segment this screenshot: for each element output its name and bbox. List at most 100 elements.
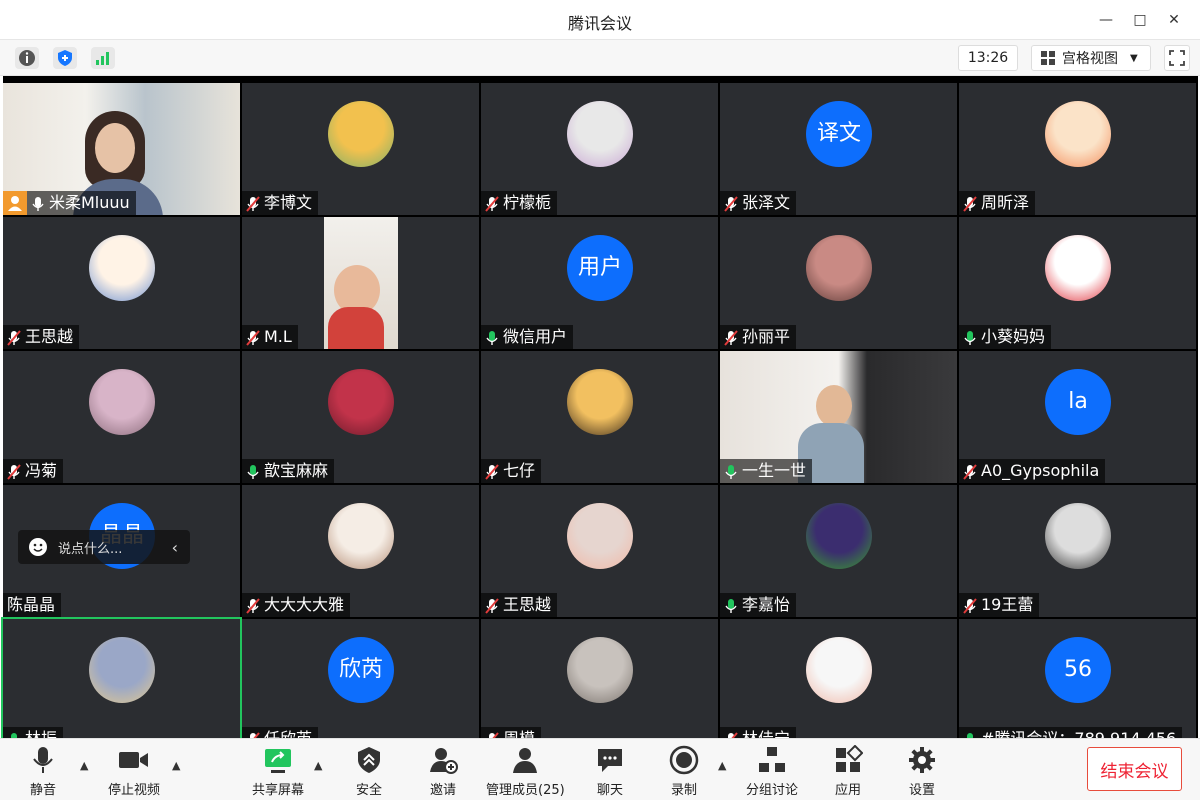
stop-video-label: 停止视频 [108, 783, 161, 798]
participant-tile[interactable]: 李嘉怡 [720, 485, 957, 617]
grid-view-icon [1041, 51, 1055, 65]
camera-icon [119, 752, 148, 768]
participant-avatar [567, 101, 633, 167]
participant-tile[interactable]: 柠檬栀 [481, 83, 718, 215]
chevron-left-icon[interactable]: ‹ [172, 538, 178, 557]
participant-avatar [567, 503, 633, 569]
chevron-down-icon: ▼ [1130, 52, 1138, 64]
mic-icon [485, 329, 499, 345]
minimize-icon[interactable]: — [1094, 8, 1118, 32]
participant-avatar [567, 637, 633, 703]
chevron-up-icon[interactable]: ▲ [314, 759, 322, 772]
shield-icon[interactable] [53, 47, 77, 69]
participant-avatar: 56 [1045, 637, 1111, 703]
manage-members-button[interactable]: 管理成员(25) [486, 745, 565, 798]
participant-name-label: 歆宝麻麻 [242, 459, 335, 483]
stop-video-button[interactable]: 停止视频 [108, 745, 160, 798]
top-strip [3, 76, 1198, 83]
mute-label: 静音 [29, 783, 56, 798]
participant-avatar [89, 235, 155, 301]
chat-button[interactable]: 聊天 [595, 745, 625, 798]
participant-name-label: A0_Gypsophila [959, 459, 1106, 483]
participant-tile[interactable]: 用户 微信用户 [481, 217, 718, 349]
close-icon[interactable]: ✕ [1162, 8, 1186, 32]
end-meeting-button[interactable]: 结束会议 [1087, 747, 1182, 791]
chevron-up-icon[interactable]: ▲ [718, 759, 726, 772]
breakout-button[interactable]: 分组讨论 [746, 745, 798, 798]
share-screen-button[interactable]: 共享屏幕 [252, 745, 304, 798]
participant-tile[interactable]: 冯菊 [3, 351, 240, 483]
participant-avatar: 用户 [567, 235, 633, 301]
participant-name-label: 小葵妈妈 [959, 325, 1052, 349]
participant-name: 大大大大雅 [264, 595, 345, 614]
emoji-icon[interactable] [28, 537, 48, 557]
mic-muted-icon [246, 195, 260, 212]
mic-muted-icon [724, 329, 738, 346]
participant-name-label: 一生一世 [720, 459, 813, 483]
apps-button[interactable]: 应用 [833, 745, 863, 798]
participant-name: 李博文 [264, 193, 313, 212]
chevron-up-icon[interactable]: ▲ [80, 759, 88, 772]
participant-tile[interactable]: la A0_Gypsophila [959, 351, 1196, 483]
participant-tile[interactable]: 一生一世 [720, 351, 957, 483]
mic-muted-icon [724, 195, 738, 212]
record-button[interactable]: 录制 [669, 745, 699, 798]
apps-icon [836, 745, 863, 772]
microphone-icon [33, 747, 53, 773]
participant-tile[interactable]: 王思越 [481, 485, 718, 617]
participant-tile[interactable]: M.L [242, 217, 479, 349]
participant-tile[interactable]: 小葵妈妈 [959, 217, 1196, 349]
participant-tile[interactable]: 林振 [1, 617, 242, 753]
participant-name: 张泽文 [742, 193, 791, 212]
participant-tile[interactable]: 米柔Mluuu [3, 83, 240, 215]
participant-tile[interactable]: 大大大大雅 [242, 485, 479, 617]
participant-tile[interactable]: 欣芮任欣芮 [242, 619, 479, 751]
participant-name-label: 大大大大雅 [242, 593, 351, 617]
members-label: 管理成员(25) [486, 783, 565, 798]
view-mode-selector[interactable]: 宫格视图 ▼ [1031, 45, 1151, 71]
participant-tile[interactable]: 译文 张泽文 [720, 83, 957, 215]
participant-tile[interactable]: 周模 [481, 619, 718, 751]
participant-avatar [89, 369, 155, 435]
participant-name: 米柔Mluuu [49, 193, 130, 212]
participant-avatar [806, 503, 872, 569]
participant-tile[interactable]: 王思越 [3, 217, 240, 349]
participant-name: 19王蕾 [981, 595, 1034, 614]
participant-name: 小葵妈妈 [981, 327, 1046, 346]
participant-avatar [1045, 235, 1111, 301]
members-icon [513, 748, 538, 773]
participant-name-label: 王思越 [3, 325, 80, 349]
window-title: 腾讯会议 [567, 14, 632, 33]
gear-icon [909, 747, 935, 773]
participant-tile[interactable]: 林佳宁 [720, 619, 957, 751]
settings-button[interactable]: 设置 [907, 745, 937, 798]
mute-button[interactable]: 静音 [28, 745, 58, 798]
participant-tile[interactable]: 周昕泽 [959, 83, 1196, 215]
breakout-icon [759, 747, 785, 772]
mic-muted-icon [246, 597, 260, 614]
security-button[interactable]: 安全 [354, 745, 384, 798]
mic-muted-icon [7, 463, 21, 480]
breakout-label: 分组讨论 [746, 783, 799, 798]
mic-muted-icon [963, 195, 977, 212]
chevron-up-icon[interactable]: ▲ [172, 759, 180, 772]
maximize-icon[interactable]: □ [1128, 8, 1152, 32]
info-icon[interactable] [15, 47, 39, 69]
participant-name: 冯菊 [25, 461, 58, 480]
participant-name: 李嘉怡 [742, 595, 791, 614]
signal-icon[interactable] [91, 47, 115, 69]
invite-button[interactable]: 邀请 [428, 745, 458, 798]
participant-tile[interactable]: 七仔 [481, 351, 718, 483]
participant-tile[interactable]: 56#腾讯会议：789 914 456 [959, 619, 1196, 751]
participant-tile[interactable]: 19王蕾 [959, 485, 1196, 617]
security-label: 安全 [355, 783, 382, 798]
chat-icon [598, 749, 622, 772]
participant-tile[interactable]: 李博文 [242, 83, 479, 215]
fullscreen-icon[interactable] [1164, 45, 1190, 71]
participant-avatar [1045, 101, 1111, 167]
participant-tile[interactable]: 歆宝麻麻 [242, 351, 479, 483]
participant-tile[interactable]: 孙丽平 [720, 217, 957, 349]
chat-quick-input[interactable]: 说点什么... ‹ [18, 530, 190, 564]
title-bar: 腾讯会议 — □ ✕ [0, 0, 1200, 40]
participant-name-label: 冯菊 [3, 459, 64, 483]
